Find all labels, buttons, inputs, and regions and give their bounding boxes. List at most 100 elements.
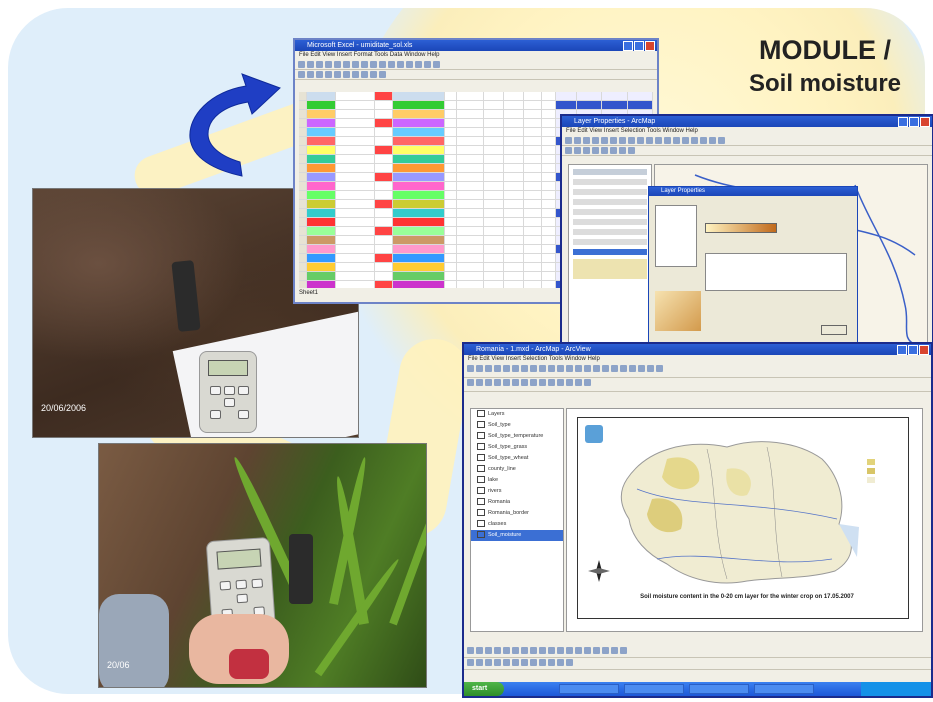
layer-properties-dialog[interactable]: Layer Properties (648, 186, 858, 344)
dialog-titlebar[interactable]: Layer Properties (649, 187, 857, 196)
arcmap1-titlebar[interactable]: Layer Properties - ArcMap (562, 116, 932, 127)
toc-layer-item[interactable]: rivers (471, 486, 563, 497)
color-ramp[interactable] (705, 223, 777, 233)
checkbox-icon[interactable] (477, 531, 485, 539)
arcmap-window-2[interactable]: Romania - 1.mxd - ArcMap - ArcView File … (462, 342, 933, 698)
toc-layer-item[interactable]: Layers (471, 409, 563, 420)
soil-probe (289, 534, 313, 604)
checkbox-icon[interactable] (477, 410, 485, 418)
toc-layer-label: rivers (488, 488, 502, 494)
arcmap2-menubar[interactable]: File Edit View Insert Selection Tools Wi… (464, 355, 931, 364)
arcmap2-font-toolbar[interactable] (464, 658, 931, 670)
toc-layer-item[interactable]: Romania_border (471, 508, 563, 519)
checkbox-icon[interactable] (477, 454, 485, 462)
toc-layer-item[interactable]: Romania (471, 497, 563, 508)
toc-layer-label: Soil_type_grass (488, 444, 528, 450)
arcmap1-toolbar-2[interactable] (562, 146, 932, 156)
taskbar-item[interactable] (754, 684, 814, 694)
checkbox-icon[interactable] (477, 421, 485, 429)
windows-taskbar[interactable]: start (464, 682, 931, 696)
arcmap1-menubar[interactable]: File Edit View Insert Selection Tools Wi… (562, 127, 932, 136)
symbol-table[interactable] (705, 253, 847, 291)
arcmap2-toolbar[interactable] (464, 364, 931, 378)
excel-title: Microsoft Excel - umiditate_sol.xls (307, 42, 413, 49)
dialog-title: Layer Properties (661, 188, 706, 194)
toc-layer-item[interactable]: classes (471, 519, 563, 530)
maximize-icon[interactable] (634, 41, 644, 51)
symbol-preview (655, 291, 701, 331)
start-button[interactable]: start (464, 682, 504, 696)
maximize-icon[interactable] (909, 117, 919, 127)
toc-layer-item[interactable]: county_line (471, 464, 563, 475)
excel-toolbar[interactable] (295, 60, 657, 70)
logo-icon (585, 425, 603, 443)
close-icon[interactable] (645, 41, 655, 51)
toc-layer-label: Soil_moisture (488, 532, 522, 538)
checkbox-icon[interactable] (477, 498, 485, 506)
spreadsheet-row[interactable] (299, 101, 653, 110)
arcmap2-toolbar-2[interactable] (464, 378, 931, 392)
wheat-blade (389, 491, 426, 626)
toc-layer-label: Soil_type (488, 422, 511, 428)
arcmap2-table-of-contents[interactable]: Layers Soil_type Soil_type_temperature Soil… (470, 408, 564, 632)
arcmap1-title: Layer Properties - ArcMap (574, 118, 656, 125)
close-icon[interactable] (920, 117, 930, 127)
close-icon[interactable] (919, 345, 929, 355)
excel-format-toolbar[interactable] (295, 70, 657, 80)
toc-layer-item[interactable]: Soil_type_wheat (471, 453, 563, 464)
romania-map (620, 441, 859, 584)
toc-layer-item[interactable]: lake (471, 475, 563, 486)
taskbar-item[interactable] (624, 684, 684, 694)
sheet-tab[interactable]: Sheet1 (299, 290, 318, 300)
map-caption: Soil moisture content in the 0-20 cm lay… (640, 594, 854, 600)
checkbox-icon[interactable] (477, 443, 485, 451)
sleeve (99, 594, 169, 687)
checkbox-icon[interactable] (477, 476, 485, 484)
view-tabs[interactable] (468, 634, 927, 643)
excel-titlebar[interactable]: Microsoft Excel - umiditate_sol.xls (295, 40, 657, 51)
photo-date-stamp: 20/06 (107, 660, 130, 670)
toc-layer-label: Layers (488, 411, 505, 417)
taskbar-item[interactable] (689, 684, 749, 694)
minimize-icon[interactable] (898, 117, 908, 127)
toc-layer-item[interactable]: Soil_type_grass (471, 442, 563, 453)
module-title: MODULE / Soil moisture (730, 34, 920, 100)
toc-layer-label: county_line (488, 466, 516, 472)
system-tray[interactable] (861, 682, 931, 696)
checkbox-icon[interactable] (477, 509, 485, 517)
arcmap2-layout-view[interactable]: Soil moisture content in the 0-20 cm lay… (566, 408, 923, 632)
toc-layer-label: classes (488, 521, 507, 527)
spreadsheet-row[interactable] (299, 92, 653, 101)
arcmap1-table-of-contents[interactable] (568, 164, 652, 347)
toc-layer-label: Soil_type_temperature (488, 433, 544, 439)
toc-layer-item[interactable]: Soil_type_temperature (471, 431, 563, 442)
module-title-line1: MODULE / (759, 35, 891, 65)
toc-layer-item[interactable]: Soil_moisture (471, 530, 563, 541)
taskbar-item[interactable] (559, 684, 619, 694)
checkbox-icon[interactable] (477, 432, 485, 440)
dialog-list[interactable] (655, 205, 697, 267)
arcmap2-draw-toolbar[interactable] (464, 646, 931, 658)
checkbox-icon[interactable] (477, 520, 485, 528)
arcmap2-titlebar[interactable]: Romania - 1.mxd - ArcMap - ArcView (464, 344, 931, 355)
dialog-ok-button[interactable] (821, 325, 847, 335)
arcmap2-title: Romania - 1.mxd - ArcMap - ArcView (476, 346, 591, 353)
map-legend (867, 459, 905, 499)
toc-layer-label: Soil_type_wheat (488, 455, 529, 461)
moisture-meter (199, 351, 257, 433)
red-cap (229, 649, 269, 679)
checkbox-icon[interactable] (477, 487, 485, 495)
curved-arrow-icon (189, 73, 281, 177)
minimize-icon[interactable] (897, 345, 907, 355)
soil-probe (171, 260, 201, 332)
toc-layer-item[interactable]: Soil_type (471, 420, 563, 431)
maximize-icon[interactable] (908, 345, 918, 355)
minimize-icon[interactable] (623, 41, 633, 51)
excel-menubar[interactable]: File Edit View Insert Format Tools Data … (295, 51, 657, 60)
arcmap1-toolbar[interactable] (562, 136, 932, 146)
toc-layer-label: lake (488, 477, 499, 483)
crop-photo-bottom: 20/06 (98, 443, 427, 688)
checkbox-icon[interactable] (477, 465, 485, 473)
toc-layer-label: Romania_border (488, 510, 529, 516)
north-arrow-icon (588, 560, 610, 582)
